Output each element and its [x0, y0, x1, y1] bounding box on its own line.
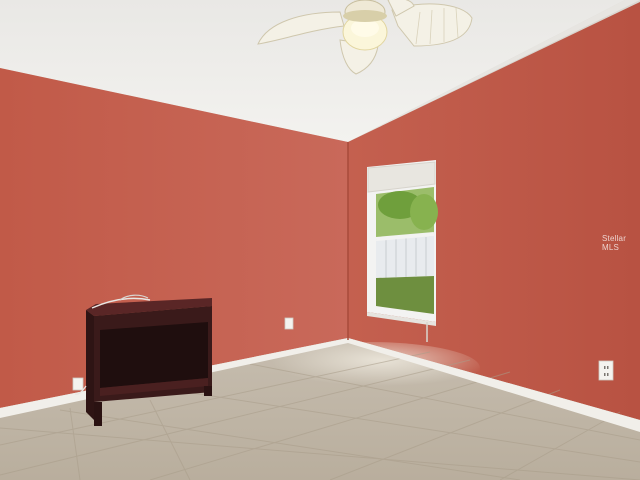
- electrical-outlet-icon: [72, 377, 84, 391]
- window: [367, 160, 438, 342]
- electrical-outlet-icon: [598, 360, 614, 381]
- electrical-outlet-icon: [284, 317, 294, 330]
- empty-room-photo: Stellar MLS: [0, 0, 640, 480]
- fence: [376, 236, 434, 278]
- room-illustration: [0, 0, 640, 480]
- watermark-text: Stellar MLS: [602, 234, 627, 252]
